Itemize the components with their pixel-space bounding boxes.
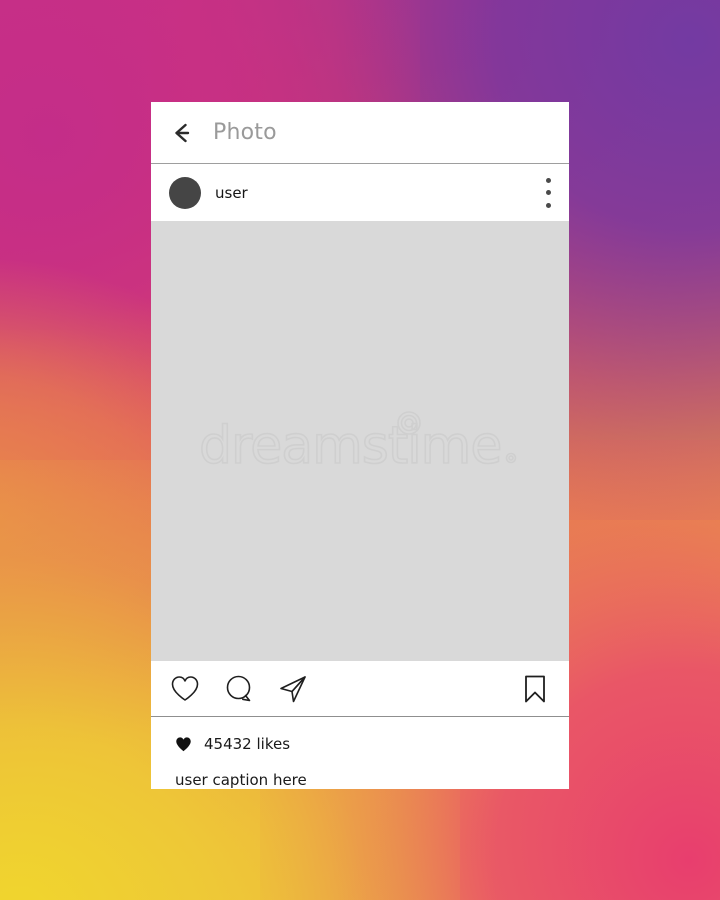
screenshot-stage: Photo user dreamstime 45432 likes user c… xyxy=(0,0,720,900)
bookmark-outline-icon[interactable] xyxy=(519,673,551,705)
kebab-dot xyxy=(545,190,551,195)
kebab-menu-icon[interactable] xyxy=(545,177,551,208)
heart-outline-icon[interactable] xyxy=(169,673,201,705)
post-action-bar xyxy=(151,661,569,717)
dreamstime-watermark-icon: dreamstime xyxy=(198,411,517,473)
back-arrow-icon[interactable] xyxy=(169,120,195,146)
post-caption: user caption here xyxy=(175,771,307,789)
comment-bubble-icon[interactable] xyxy=(223,673,255,705)
paper-plane-icon[interactable] xyxy=(277,673,309,705)
likes-row: 45432 likes xyxy=(175,733,551,755)
card-header: Photo xyxy=(151,102,569,164)
heart-filled-icon xyxy=(176,736,191,751)
post-meta: 45432 likes user caption here xyxy=(151,717,569,789)
page-title: Photo xyxy=(213,120,277,145)
photo-placeholder: dreamstime xyxy=(151,221,569,661)
likes-count-label: 45432 likes xyxy=(204,735,291,753)
kebab-dot xyxy=(545,177,551,183)
kebab-dot xyxy=(545,202,551,208)
svg-text:dreamstime: dreamstime xyxy=(199,416,501,473)
photo-post-card: Photo user dreamstime 45432 likes user c… xyxy=(151,102,569,789)
post-user-row: user xyxy=(151,164,569,221)
avatar[interactable] xyxy=(169,176,201,209)
username-label[interactable]: user xyxy=(215,184,545,202)
